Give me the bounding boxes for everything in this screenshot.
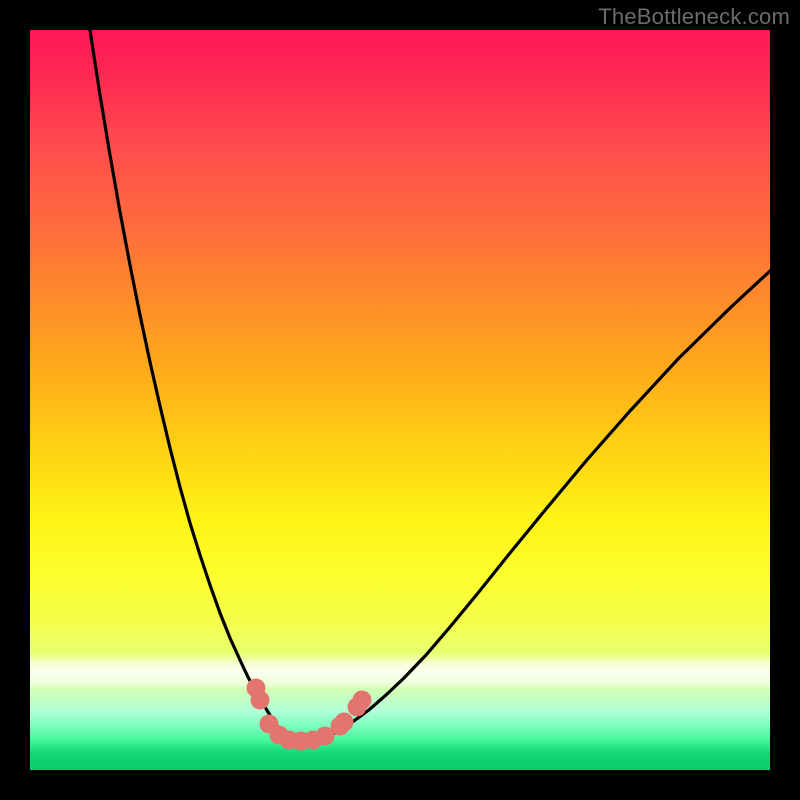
curve-right-branch [288,271,770,741]
chart-frame: TheBottleneck.com [0,0,800,800]
curve-left-branch [90,30,288,739]
watermark-text: TheBottleneck.com [598,4,790,30]
bottleneck-curve [30,30,770,770]
trough-marker [335,713,354,732]
trough-markers [247,679,372,751]
plot-area [30,30,770,770]
trough-marker [251,691,270,710]
trough-marker [353,691,372,710]
